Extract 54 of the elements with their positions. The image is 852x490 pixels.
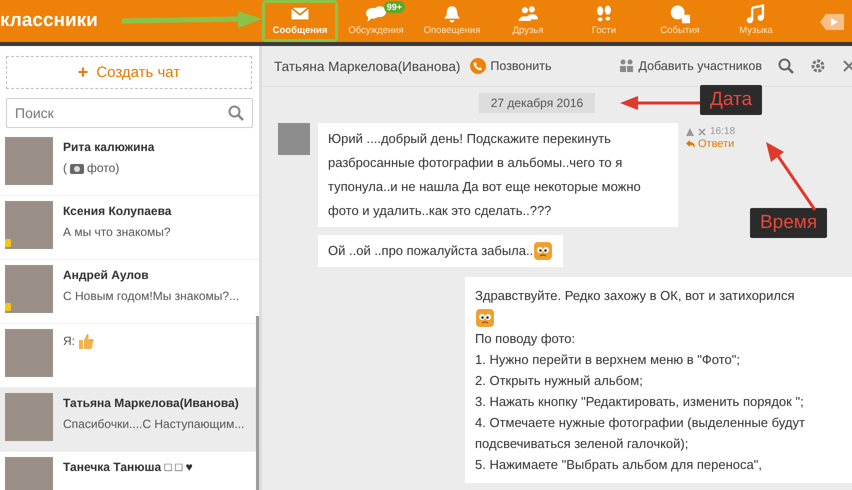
nav-tab[interactable]: Оповещения [414,0,490,42]
people-icon [618,59,634,73]
avatar-placeholder [5,265,53,313]
call-button[interactable]: Позвонить [470,58,552,74]
contact-name: Рита калюжина [63,140,154,154]
phone-icon [470,58,486,74]
logo-text[interactable]: классники [0,0,262,42]
message-preview: А мы что знакомы? [63,225,172,239]
message-bubble: Здравствуйте. Редко захожу в ОК, вот и затихорился По поводу фото: 1. Нужно перейти в верхнем меню в "Фото"; 2. Открыть нужный альбом; 3. Нажать кнопку "Редактировать, изменить порядок "; 4. Отмечаете нужные фотографии (выделенные будут подсвечиваться зеленой галочкой); 5. Нажимаете "Выбрать альбом для переноса", [465,277,852,483]
message-bubble: Юрий ....добрый день! Подскажите перекинуть разбросанные фотографии в альбомы..чего то я тупонула..и не нашла Да вот еще некоторые можно фото и удалить..как это сделать..??? [318,123,678,227]
reply-arrow-icon [686,140,695,148]
chat-list-item[interactable]: Рита калюжина ( фото) [0,132,259,196]
annotation-arrow [766,142,816,211]
add-members-button[interactable]: Добавить участников [618,59,762,73]
nav-tab[interactable]: Сообщения [262,0,338,42]
notification-badge: 99+ [384,1,405,13]
settings-icon[interactable] [810,58,826,74]
date-separator: 27 декабря 2016 [478,93,596,113]
contact-name: Ксения Колупаева [63,204,172,218]
search-field[interactable]: Поиск [6,98,253,128]
annotation-label: Дата [700,85,762,115]
contact-name: Танечка Танюша □ □ ♥ [63,460,193,474]
search-icon [228,105,244,121]
nav-tab[interactable]: Гости [566,0,642,42]
contact-name: Татьяна Маркелова(Иванова) [63,396,240,410]
contact-name: Андрей Аулов [63,268,150,282]
chat-list-item[interactable]: Андрей Аулов С Новым годом!Мы знакомы?... [0,260,259,324]
message-bubble: Ой ..ой ..про пожалуйста забыла.. [318,235,564,267]
scrollbar[interactable] [256,316,259,490]
avatar-placeholder [5,393,53,441]
chat-list-item[interactable]: Ксения Колупаева А мы что знакомы? [0,196,259,260]
chat-title: Татьяна Маркелова(Иванова) [274,58,460,74]
avatar-placeholder [5,329,53,377]
nav-tab[interactable]: Музыка [718,0,794,42]
message-preview: Я: [63,332,95,350]
chat-list-item[interactable]: Танечка Танюша □ □ ♥ [0,452,259,490]
nav-tab[interactable]: Друзья [490,0,566,42]
avatar-placeholder [5,201,53,249]
avatar-placeholder [5,137,53,185]
create-chat-button[interactable]: + Создать чат [6,56,252,89]
message-preview: С Новым годом!Мы знакомы?... [63,289,240,303]
chat-list-item[interactable]: Татьяна Маркелова(Иванова) Спасибочки....С Наступающим... [0,388,259,452]
reply-link[interactable]: Ответи [686,138,736,150]
close-icon[interactable] [842,59,852,73]
message-preview: Спасибочки....С Наступающим... [63,417,244,431]
annotation-label: Время [750,208,828,238]
close-icon[interactable] [698,128,706,136]
message-preview: ( фото) [63,161,120,175]
nav-tab[interactable]: События [642,0,718,42]
warning-icon[interactable] [686,128,694,136]
nav-tab[interactable]: Обсуждения 99+ [338,0,414,42]
search-icon[interactable] [778,58,794,74]
message-time: 16:18 [710,126,736,137]
avatar-placeholder [278,123,310,155]
